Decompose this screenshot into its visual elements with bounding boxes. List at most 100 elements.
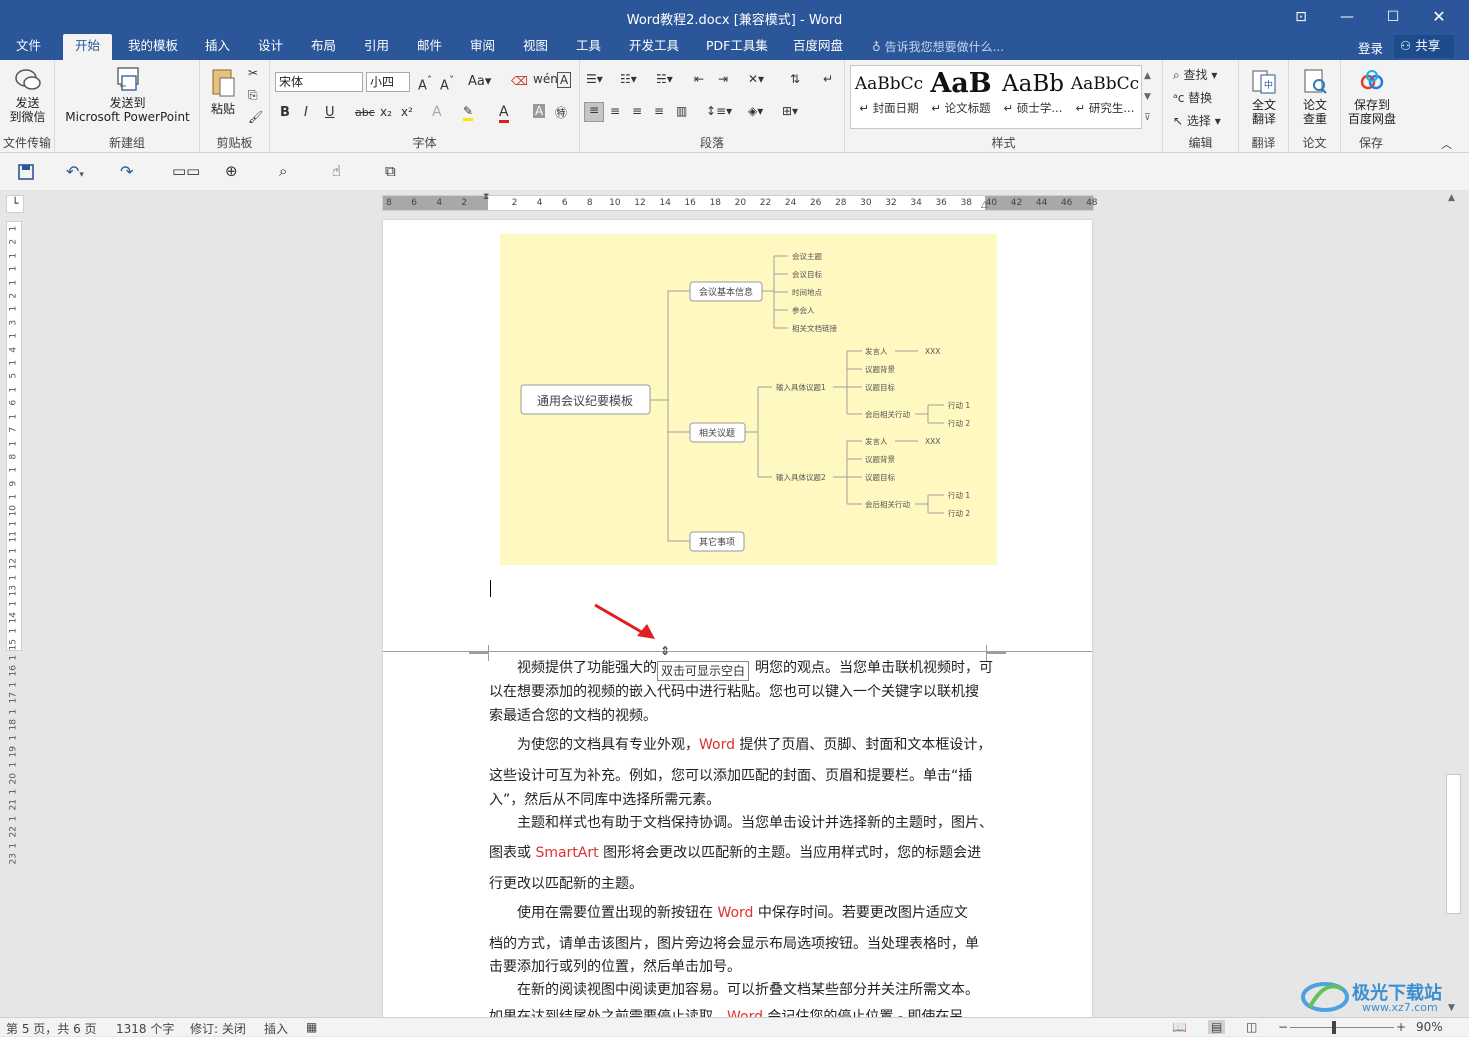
save-to-baidu-button[interactable]: 保存到 百度网盘 xyxy=(1343,68,1401,126)
horizontal-ruler[interactable]: 8 6 4 2 2 4 6 8 10 12 14 16 18 20 22 24 26 28 30 32 34 36 38 40… xyxy=(382,192,1098,211)
tab-pdf-tools[interactable]: PDF工具集 xyxy=(700,34,774,60)
paste-button[interactable]: 粘贴 xyxy=(206,66,240,116)
tab-selector[interactable]: └ xyxy=(6,195,24,213)
redo-icon[interactable]: ↷ xyxy=(120,162,133,181)
shading-icon[interactable]: ◈▾ xyxy=(748,104,763,118)
sort-icon[interactable]: ⇅ xyxy=(790,72,800,86)
bold-icon[interactable]: B xyxy=(280,105,290,120)
grow-font-icon[interactable]: Aˆ xyxy=(418,74,432,93)
align-left-icon[interactable]: ≡ xyxy=(584,102,604,122)
increase-indent-icon[interactable]: ⇥ xyxy=(718,72,728,86)
align-right-icon[interactable]: ≡ xyxy=(632,104,642,118)
justify-icon[interactable]: ≡ xyxy=(654,104,664,118)
tab-insert[interactable]: 插入 xyxy=(199,34,236,60)
style-cover-date[interactable]: AaBbCc ↵ 封面日期 xyxy=(853,68,925,122)
zoom-slider-thumb[interactable] xyxy=(1332,1021,1336,1034)
cut-icon[interactable]: ✂ xyxy=(248,66,258,80)
font-size-select[interactable]: 小四 xyxy=(366,72,410,92)
word-count[interactable]: 1318 个字 xyxy=(116,1020,174,1037)
style-paper-title[interactable]: AaB ↵ 论文标题 xyxy=(925,68,997,122)
show-marks-icon[interactable]: ↵ xyxy=(823,72,833,86)
tell-me-search[interactable]: ♁ 告诉我您想要做什么... xyxy=(872,38,1004,55)
vertical-ruler[interactable]: 1 2 1 1 1 2 1 3 1 4 1 5 1 6 1 7 1 8 1 9 1 10 1 11 1 12 1 13 1 14 1 15 1 1… xyxy=(6,221,22,865)
minimize-button[interactable]: — xyxy=(1332,6,1362,28)
numbering-icon[interactable]: ☷▾ xyxy=(620,72,637,86)
send-to-wechat-button[interactable]: 发送 到微信 xyxy=(5,66,50,124)
subscript-icon[interactable]: x₂ xyxy=(380,105,392,119)
superscript-icon[interactable]: x² xyxy=(401,105,413,119)
shrink-font-icon[interactable]: Aˇ xyxy=(440,74,454,93)
scrollbar-thumb[interactable] xyxy=(1446,774,1461,914)
read-mode-icon[interactable]: ▭▭ xyxy=(172,162,200,180)
tab-layout[interactable]: 布局 xyxy=(305,34,342,60)
login-link[interactable]: 登录 xyxy=(1358,38,1383,57)
zoom-slider[interactable] xyxy=(1290,1027,1394,1028)
pinyin-icon[interactable]: wén xyxy=(533,72,558,86)
italic-icon[interactable]: I xyxy=(304,105,308,120)
highlight-icon[interactable]: ✎ xyxy=(463,104,474,121)
indent-marker-icon[interactable]: ⧗ xyxy=(483,192,489,202)
format-painter-icon[interactable]: 🖌 xyxy=(248,110,263,124)
zoom-out-icon[interactable]: − xyxy=(1278,1020,1288,1034)
distributed-icon[interactable]: ▥ xyxy=(676,104,687,118)
tab-file[interactable]: 文件 xyxy=(10,34,47,60)
ribbon-display-icon[interactable]: ⊡ xyxy=(1286,6,1316,28)
decrease-indent-icon[interactable]: ⇤ xyxy=(694,72,704,86)
save-icon[interactable] xyxy=(16,163,36,181)
share-button[interactable]: ⚇ 共享 xyxy=(1394,35,1454,58)
zoom-in-icon[interactable]: + xyxy=(1396,1020,1406,1034)
asian-layout-icon[interactable]: ✕▾ xyxy=(748,72,764,86)
tab-mailings[interactable]: 邮件 xyxy=(411,34,448,60)
replace-button[interactable]: ᵃc 替换 xyxy=(1173,89,1212,106)
tab-developer[interactable]: 开发工具 xyxy=(623,34,685,60)
page-break-line[interactable] xyxy=(383,651,1092,652)
styles-scroll-icon[interactable]: ▲ ▼ ⊽ xyxy=(1144,66,1151,129)
zoom-level[interactable]: 90% xyxy=(1416,1020,1443,1034)
customize-qat-icon[interactable]: ⧉ xyxy=(385,162,396,180)
find-button[interactable]: ⌕ 查找 ▾ xyxy=(1173,66,1217,83)
char-shading-icon[interactable]: A xyxy=(533,104,546,118)
tab-home[interactable]: 开始 xyxy=(63,34,113,60)
read-mode-view-icon[interactable]: 📖 xyxy=(1172,1020,1187,1034)
full-translate-button[interactable]: 中 全文 翻译 xyxy=(1242,68,1286,126)
tab-review[interactable]: 审阅 xyxy=(464,34,501,60)
maximize-button[interactable]: ☐ xyxy=(1378,6,1408,28)
close-button[interactable]: ✕ xyxy=(1424,6,1454,28)
tab-design[interactable]: 设计 xyxy=(252,34,289,60)
mindmap-image[interactable]: 通用会议纪要模板 会议基本信息 会议主题 会议目标 时间地点 参会人 相关文档链… xyxy=(500,234,997,565)
track-changes-status[interactable]: 修订: 关闭 xyxy=(190,1020,246,1037)
line-spacing-icon[interactable]: ↕≡▾ xyxy=(706,104,732,118)
plagiarism-check-button[interactable]: 论文 查重 xyxy=(1293,68,1337,126)
collapse-ribbon-icon[interactable]: ︿ xyxy=(1441,136,1452,152)
style-master[interactable]: AaBb ↵ 硕士学... xyxy=(997,68,1069,122)
tab-my-templates[interactable]: 我的模板 xyxy=(122,34,184,60)
copy-icon[interactable]: ⎘ xyxy=(248,88,258,103)
scroll-up-icon[interactable]: ▲ xyxy=(1448,193,1455,203)
borders-icon[interactable]: ⊞▾ xyxy=(782,104,798,118)
insert-mode-status[interactable]: 插入 xyxy=(264,1020,288,1037)
page-count[interactable]: 第 5 页，共 6 页 xyxy=(6,1020,97,1037)
document-page[interactable]: 通用会议纪要模板 会议基本信息 会议主题 会议目标 时间地点 参会人 相关文档链… xyxy=(383,220,1092,1025)
vertical-scrollbar[interactable]: ▲ ▼ xyxy=(1445,191,1463,1017)
web-layout-icon[interactable]: ⊕ xyxy=(225,162,238,180)
print-preview-icon[interactable]: ⌕ xyxy=(279,162,287,180)
style-graduate[interactable]: AaBbCc ↵ 研究生... xyxy=(1069,68,1141,122)
font-name-select[interactable]: 宋体 xyxy=(275,72,363,92)
web-layout-view-icon[interactable]: ◫ xyxy=(1246,1020,1257,1034)
enclose-char-icon[interactable]: ㊕ xyxy=(555,104,567,121)
tab-view[interactable]: 视图 xyxy=(517,34,554,60)
right-indent-icon[interactable]: △ xyxy=(981,200,988,210)
underline-icon[interactable]: U xyxy=(325,105,335,120)
bullets-icon[interactable]: ☰▾ xyxy=(586,72,603,86)
tab-references[interactable]: 引用 xyxy=(358,34,395,60)
change-case-icon[interactable]: Aa▾ xyxy=(468,74,491,89)
touch-mode-icon[interactable]: ☝ xyxy=(332,162,341,180)
tab-baidu-netdisk[interactable]: 百度网盘 xyxy=(787,34,849,60)
undo-icon[interactable]: ↶▾ xyxy=(66,162,84,181)
send-to-ppt-button[interactable]: 发送到 Microsoft PowerPoint xyxy=(60,66,195,124)
font-color-icon[interactable]: A xyxy=(499,104,509,123)
macro-record-icon[interactable]: ▦ xyxy=(306,1020,317,1034)
align-center-icon[interactable]: ≡ xyxy=(610,104,620,118)
clear-format-icon[interactable]: ⌫ xyxy=(511,74,528,88)
select-button[interactable]: ↖ 选择 ▾ xyxy=(1173,112,1221,129)
